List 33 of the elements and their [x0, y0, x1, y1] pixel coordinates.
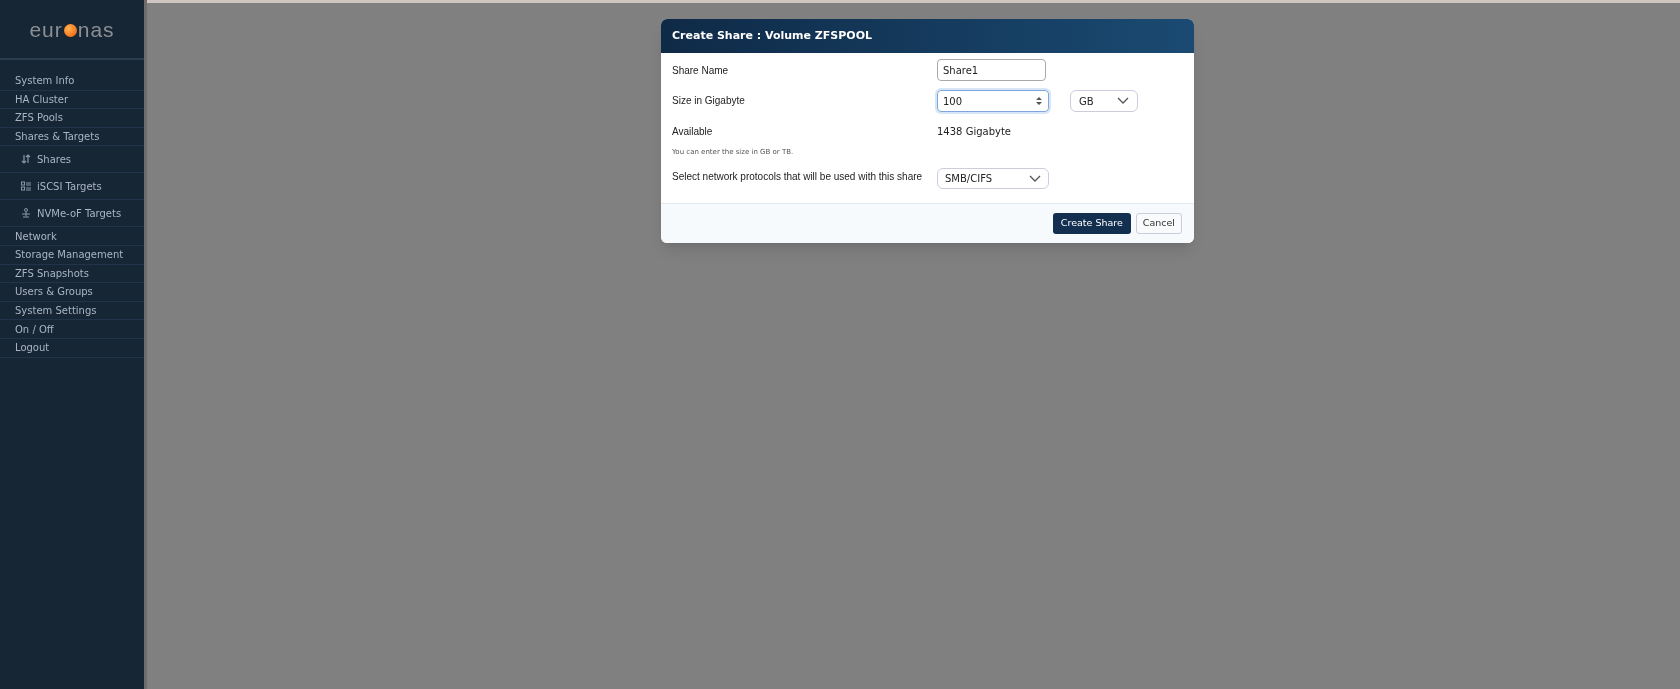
- sidebar-item[interactable]: On / Off: [0, 320, 144, 339]
- list-icon: [21, 181, 31, 192]
- sidebar-item[interactable]: HA Cluster: [0, 90, 144, 110]
- sidebar-item[interactable]: ZFS Pools: [0, 109, 144, 128]
- share-name-input[interactable]: Share1: [937, 59, 1046, 81]
- field-label: Select network protocols that will be used with this share: [672, 170, 924, 184]
- chevron-down-icon: [1029, 174, 1041, 183]
- sort-icon: [21, 154, 31, 165]
- sidebar-item[interactable]: Shares & Targets: [0, 127, 144, 147]
- field-label: Size in Gigabyte: [672, 94, 746, 108]
- sidebar-item[interactable]: Users & Groups: [0, 283, 144, 302]
- cancel-button[interactable]: Cancel: [1135, 213, 1182, 234]
- sidebar-subitem[interactable]: iSCSI Targets: [0, 173, 144, 201]
- create-share-button[interactable]: Create Share: [1052, 213, 1131, 234]
- sidebar-item[interactable]: Storage Management: [0, 245, 144, 265]
- network-icon: [21, 208, 31, 219]
- field-label: Share Name: [672, 64, 730, 78]
- sidebar-subitem[interactable]: NVMe-oF Targets: [0, 200, 144, 228]
- sidebar-item[interactable]: Network: [0, 227, 144, 246]
- spinner-icon[interactable]: [1035, 96, 1043, 106]
- field-label: Available: [672, 125, 714, 139]
- available-value: 1438 Gigabyte: [937, 125, 1011, 139]
- sidebar-item[interactable]: System Settings: [0, 301, 144, 321]
- size-input[interactable]: 100: [937, 90, 1049, 112]
- sidebar-item[interactable]: ZFS Snapshots: [0, 264, 144, 284]
- sidebar-subitem[interactable]: Shares: [0, 146, 144, 174]
- unit-select[interactable]: GB: [1070, 90, 1138, 112]
- protocol-select[interactable]: SMB/CIFS: [937, 168, 1049, 189]
- brand-logo: eur nas: [29, 18, 115, 40]
- sidebar-item[interactable]: System Info: [0, 72, 144, 91]
- sidebar-item[interactable]: Logout: [0, 338, 144, 358]
- chevron-down-icon: [1117, 97, 1129, 105]
- dialog-title: Create Share : Volume ZFSPOOL: [672, 27, 873, 44]
